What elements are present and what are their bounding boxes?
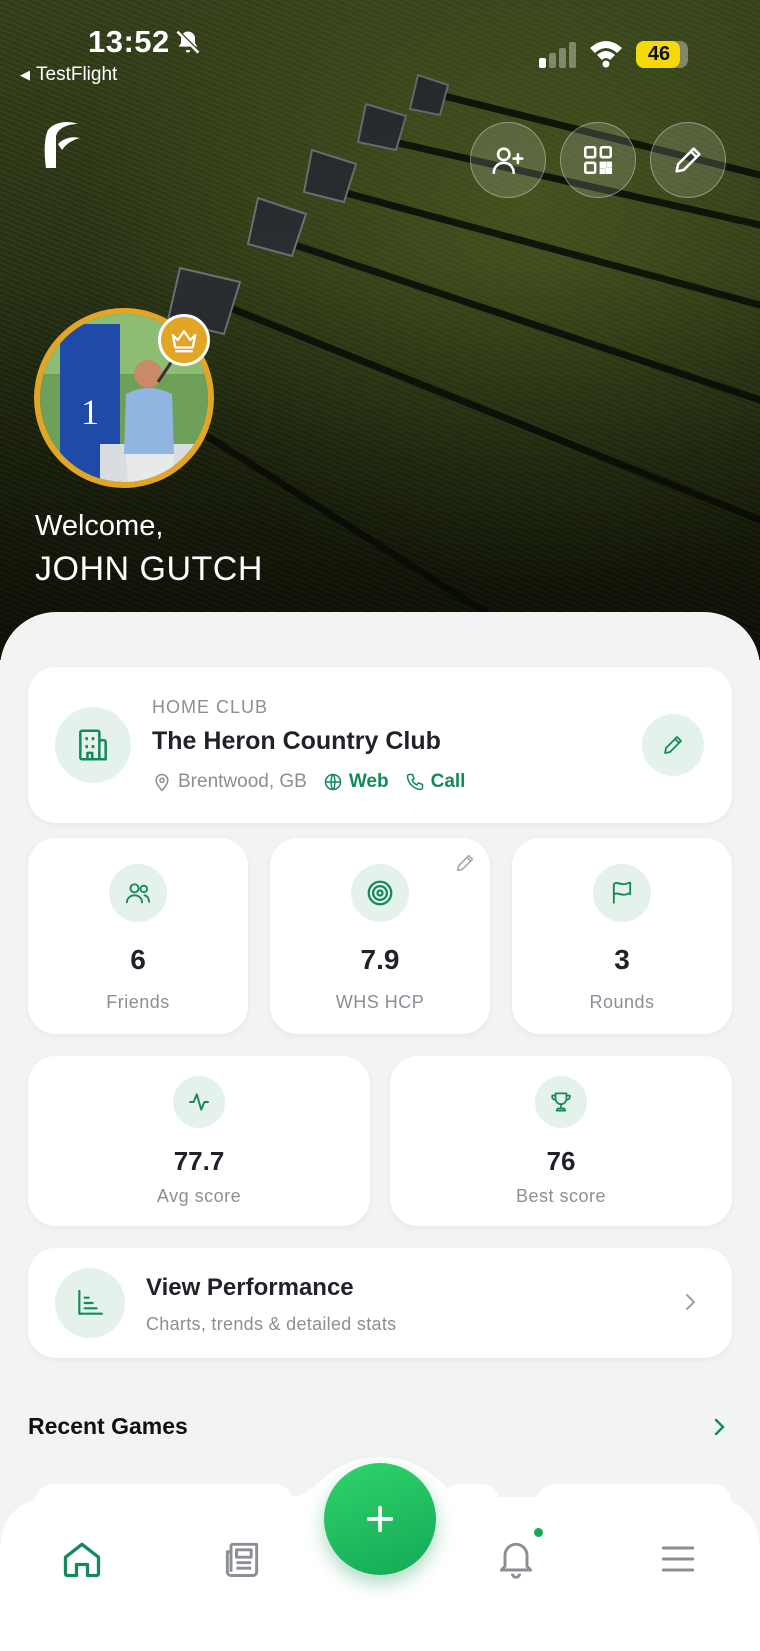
stat-value: 3 xyxy=(614,944,630,975)
handicap-stat-card[interactable]: 7.9 WHS HCP xyxy=(270,838,490,1034)
best-score-stat-card[interactable]: 76 Best score xyxy=(390,1056,732,1226)
building-icon xyxy=(79,729,107,761)
map-pin-icon xyxy=(155,773,169,792)
stat-icon-circle xyxy=(593,864,651,922)
stat-value: 77.7 xyxy=(173,1146,225,1176)
pencil-icon[interactable] xyxy=(454,852,476,874)
bell-off-icon xyxy=(176,29,201,54)
recent-games-title: Recent Games xyxy=(28,1413,188,1439)
edit-profile-button[interactable] xyxy=(650,122,726,198)
svg-text:1: 1 xyxy=(81,392,99,432)
pencil-icon xyxy=(664,736,682,754)
stat-label: Rounds xyxy=(589,992,655,1012)
stat-icon-circle xyxy=(173,1076,225,1128)
menu-icon xyxy=(661,1546,695,1572)
performance-title: View Performance xyxy=(146,1274,354,1301)
welcome-text: Welcome, xyxy=(35,510,164,542)
club-location-text: Brentwood, GB xyxy=(178,771,307,792)
back-app-label: TestFlight xyxy=(36,64,118,85)
bottom-nav xyxy=(0,1457,760,1651)
globe-icon xyxy=(324,773,342,791)
target-icon xyxy=(367,880,393,906)
club-meta: Brentwood, GB Web Call xyxy=(152,771,481,793)
stat-value: 76 xyxy=(546,1146,576,1176)
pencil-icon xyxy=(675,147,701,173)
battery-indicator: 46 xyxy=(636,41,688,68)
stat-label: Avg score xyxy=(156,1186,242,1206)
club-name: The Heron Country Club xyxy=(152,727,441,755)
rounds-stat-card[interactable]: 3 Rounds xyxy=(512,838,732,1034)
stat-label: Friends xyxy=(106,992,170,1012)
bar-chart-icon xyxy=(78,1289,104,1315)
newspaper-icon xyxy=(225,1542,259,1577)
perf-icon-circle xyxy=(55,1268,125,1338)
edit-club-button[interactable] xyxy=(642,714,704,776)
nav-menu[interactable] xyxy=(648,1529,708,1589)
home-icon xyxy=(63,1542,101,1578)
battery-level: 46 xyxy=(647,43,671,65)
status-time: 13:52 xyxy=(88,24,170,59)
avg-score-stat-card[interactable]: 77.7 Avg score xyxy=(28,1056,370,1226)
add-friend-button[interactable] xyxy=(470,122,546,198)
club-location: Brentwood, GB xyxy=(152,771,307,793)
back-to-app-link[interactable]: ◀ TestFlight xyxy=(20,64,117,86)
plus-icon xyxy=(366,1505,394,1533)
chevron-right-icon xyxy=(686,1294,696,1310)
phone-icon xyxy=(406,773,423,791)
qr-code-button[interactable] xyxy=(560,122,636,198)
nav-news[interactable] xyxy=(212,1529,272,1589)
brand-logo[interactable] xyxy=(38,118,82,170)
friends-stat-card[interactable]: 6 Friends xyxy=(28,838,248,1034)
wifi-icon xyxy=(590,41,622,68)
stat-label: Best score xyxy=(515,1186,607,1206)
view-performance-card[interactable]: View Performance Charts, trends & detail… xyxy=(28,1248,732,1358)
profile-screen: 13:52 ◀ TestFlight 46 1 Welcome, JOHN GU… xyxy=(0,0,760,1651)
stat-icon-circle xyxy=(351,864,409,922)
chevron-right-icon[interactable] xyxy=(708,1414,730,1440)
performance-subtitle: Charts, trends & detailed stats xyxy=(146,1314,397,1334)
stat-icon-circle xyxy=(535,1076,587,1128)
bell-icon xyxy=(499,1542,533,1579)
users-icon xyxy=(125,883,151,904)
stat-value: 6 xyxy=(130,944,146,975)
back-triangle-icon: ◀ xyxy=(20,67,30,82)
user-name: JOHN GUTCH xyxy=(35,550,263,588)
stat-label: WHS HCP xyxy=(335,992,425,1012)
club-web-link[interactable]: Web xyxy=(323,771,389,793)
notification-dot xyxy=(532,1526,545,1539)
nav-home[interactable] xyxy=(52,1529,112,1589)
qr-code-icon xyxy=(583,145,613,175)
user-plus-icon xyxy=(492,147,524,175)
club-call-link[interactable]: Call xyxy=(405,771,466,793)
club-icon-circle xyxy=(55,707,131,783)
stat-icon-circle xyxy=(109,864,167,922)
add-round-button[interactable] xyxy=(324,1463,436,1575)
premium-badge xyxy=(158,314,210,366)
flag-icon xyxy=(612,881,632,904)
club-web-label: Web xyxy=(348,771,389,792)
cellular-signal-icon xyxy=(539,42,576,68)
stat-value: 7.9 xyxy=(360,944,400,975)
trophy-icon xyxy=(551,1092,571,1112)
activity-icon xyxy=(189,1093,209,1111)
home-club-card[interactable]: HOME CLUB The Heron Country Club Brentwo… xyxy=(28,667,732,823)
home-club-label: HOME CLUB xyxy=(152,697,269,717)
club-call-label: Call xyxy=(430,771,466,792)
crown-icon xyxy=(171,330,197,353)
